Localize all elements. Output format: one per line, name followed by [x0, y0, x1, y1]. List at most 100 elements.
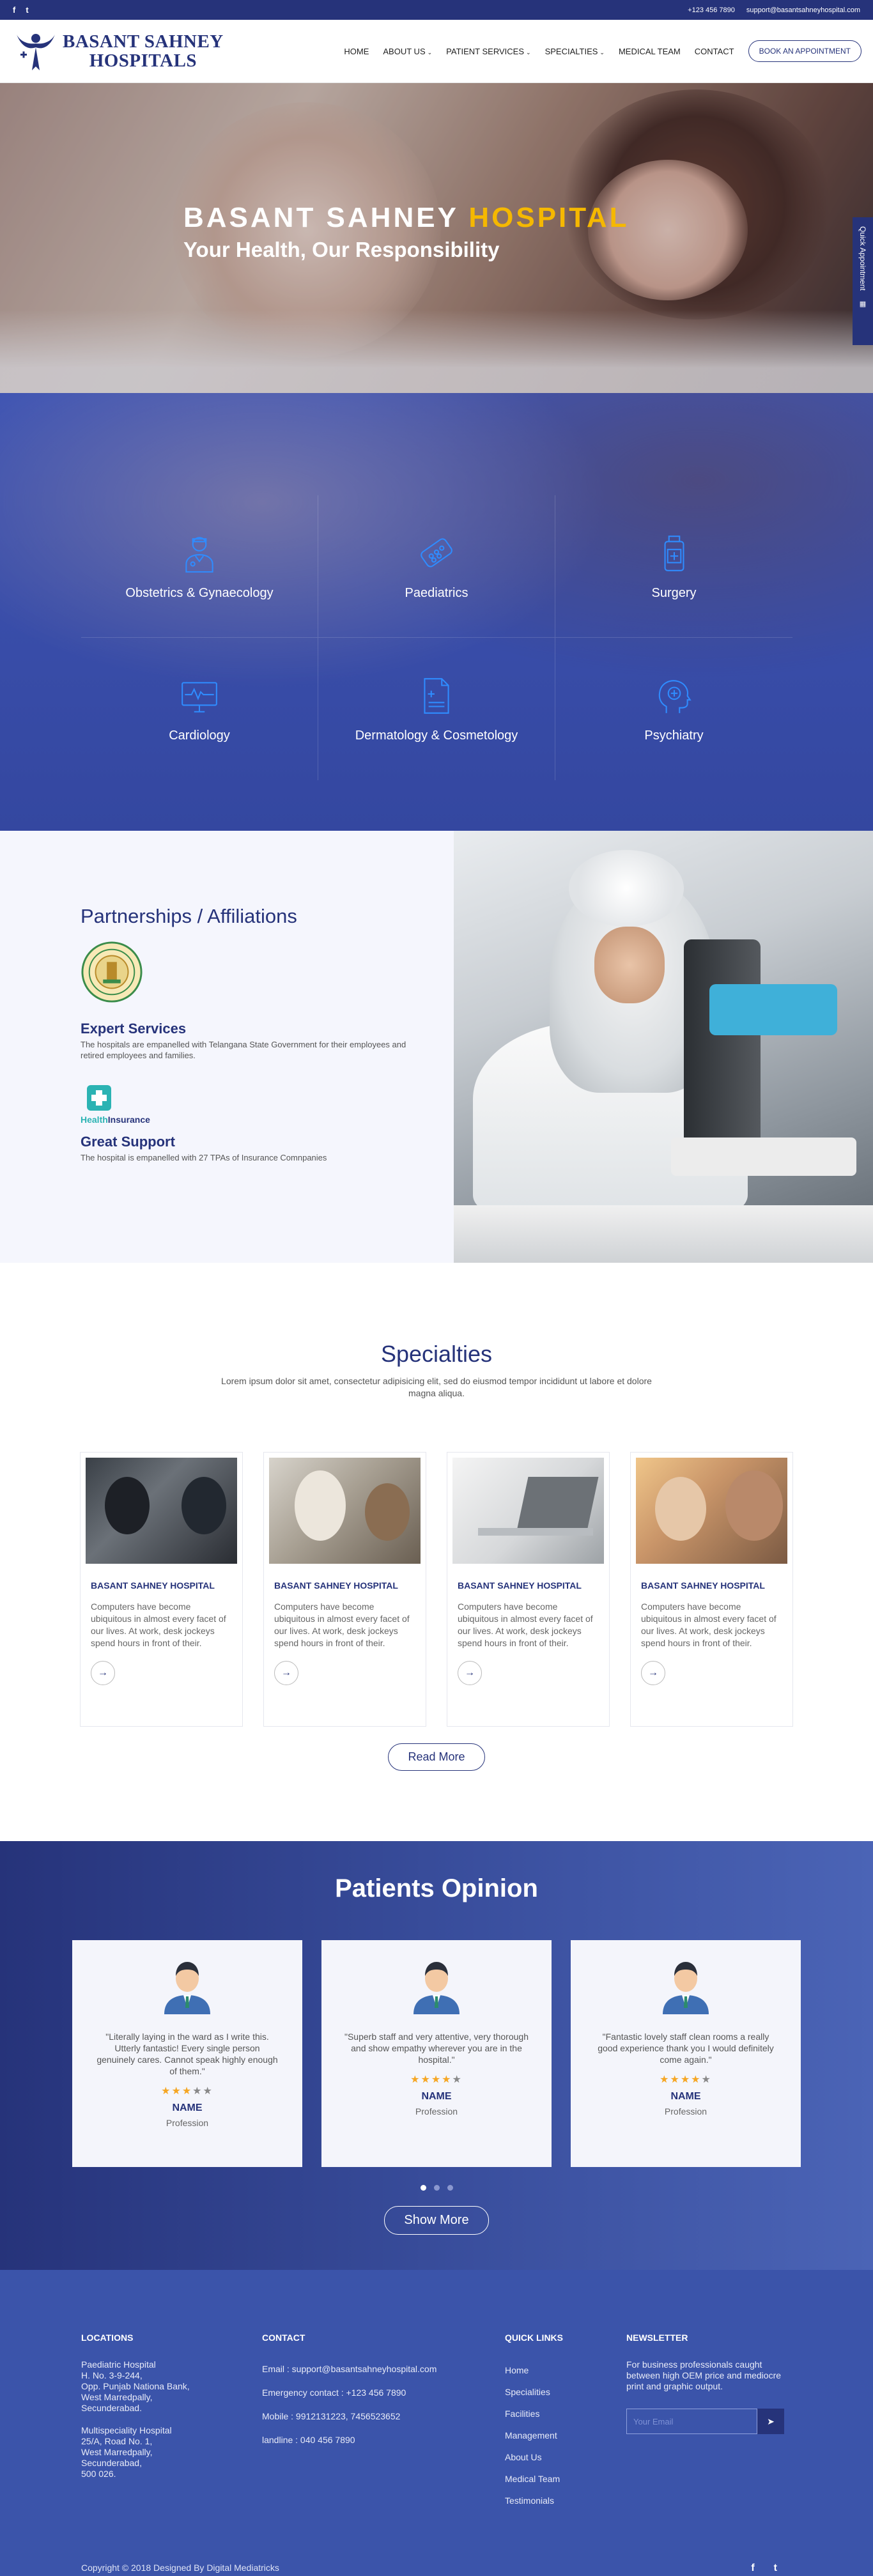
address-line: 500 026. [81, 2469, 116, 2479]
carousel-dot[interactable] [420, 2185, 426, 2191]
specialties-title: Specialties [380, 1341, 493, 1367]
nav-patient-label: PATIENT SERVICES [446, 46, 525, 56]
specialty-surgery[interactable]: Surgery [555, 495, 792, 638]
image-hair-net [569, 850, 684, 927]
carousel-dot[interactable] [433, 2185, 440, 2191]
card-text: Computers have become ubiquitous in almo… [91, 1601, 226, 1648]
footer-link-management[interactable]: Management [505, 2425, 626, 2446]
address-line: West Marredpally, [81, 2447, 153, 2457]
hero-subtitle: Your Health, Our Responsibility [183, 238, 500, 261]
hero-text: BASANT SAHNEY HOSPITAL Your Health, Our … [183, 202, 630, 262]
chevron-down-icon: ⌄ [599, 49, 605, 56]
footer-email[interactable]: Email : support@basantsahneyhospital.com [262, 2359, 505, 2379]
rating-stars: ★★★★★ [72, 2085, 302, 2097]
arrow-right-icon[interactable]: → [458, 1661, 482, 1685]
testimonial-quote: "Fantastic lovely staff clean rooms a re… [598, 2032, 774, 2065]
read-more-button[interactable]: Read More [388, 1743, 485, 1771]
image-person [655, 1477, 706, 1541]
specialty-cards: BASANT SAHNEY HOSPITAL Computers have be… [0, 1452, 873, 1727]
carousel-dot[interactable] [447, 2185, 453, 2191]
medical-report-icon [424, 678, 449, 714]
card-title: BASANT SAHNEY HOSPITAL [91, 1580, 215, 1591]
card-image-couple [636, 1458, 787, 1564]
brand-name: BASANT SAHNEY HOSPITALS [63, 32, 224, 70]
specialty-card[interactable]: BASANT SAHNEY HOSPITAL Computers have be… [80, 1452, 243, 1727]
main-nav: HOME ABOUT US ⌄ PATIENT SERVICES ⌄ SPECIAL… [344, 40, 861, 62]
nav-about-us[interactable]: ABOUT US ⌄ [383, 47, 432, 56]
footer-link-facilities[interactable]: Facilities [505, 2403, 626, 2425]
medicine-bottle-icon [664, 535, 684, 571]
nav-specialties[interactable]: SPECIALTIES ⌄ [545, 47, 605, 56]
newsletter-email-input[interactable] [626, 2409, 757, 2434]
specialty-card[interactable]: BASANT SAHNEY HOSPITAL Computers have be… [447, 1452, 610, 1727]
specialty-card[interactable]: BASANT SAHNEY HOSPITAL Computers have be… [630, 1452, 793, 1727]
image-face [594, 927, 665, 1003]
chevron-down-icon: ⌄ [526, 49, 531, 56]
address-line: 25/A, Road No. 1, [81, 2436, 153, 2446]
partnerships-content: Partnerships / Affiliations Expert Servi… [0, 831, 454, 1263]
nav-home[interactable]: HOME [344, 47, 369, 56]
brand-line-2: HOSPITALS [89, 50, 197, 71]
specialty-paediatrics[interactable]: Paediatrics [318, 495, 555, 638]
book-appointment-button[interactable]: BOOK AN APPOINTMENT [748, 40, 861, 62]
footer-link-team[interactable]: Medical Team [505, 2468, 626, 2490]
footer-link-testimonials[interactable]: Testimonials [505, 2490, 626, 2511]
card-title: BASANT SAHNEY HOSPITAL [274, 1580, 398, 1591]
testimonial-profession: Profession [166, 2118, 209, 2128]
arrow-right-icon[interactable]: → [91, 1661, 115, 1685]
footer-emergency[interactable]: Emergency contact : +123 456 7890 [262, 2383, 505, 2403]
footer-landline[interactable]: landline : 040 456 7890 [262, 2430, 505, 2450]
arrow-right-icon[interactable]: → [641, 1661, 665, 1685]
specialty-dermatology[interactable]: Dermatology & Cosmetology [318, 638, 555, 780]
footer-link-home[interactable]: Home [505, 2359, 626, 2381]
send-icon[interactable]: ➤ [757, 2409, 784, 2434]
arrow-right-icon[interactable]: → [274, 1661, 298, 1685]
nav-patient-services[interactable]: PATIENT SERVICES ⌄ [446, 47, 530, 56]
footer-mobile[interactable]: Mobile : 9912131223, 7456523652 [262, 2407, 505, 2426]
partnerships-title: Partnerships / Affiliations [81, 905, 297, 927]
specialty-grid-section: Obstetrics & Gynaecology Paediatrics Sur… [0, 393, 873, 831]
avatar-icon [663, 1962, 709, 2014]
partner-item1-title: Expert Services [81, 1021, 187, 1037]
image-microscope-arm [684, 939, 761, 1150]
specialty-psychiatry[interactable]: Psychiatry [555, 638, 792, 780]
footer-columns: LOCATIONS Paediatric Hospital H. No. 3-9… [0, 2333, 873, 2511]
facebook-icon[interactable]: f [751, 2563, 754, 2574]
specialty-obstetrics[interactable]: Obstetrics & Gynaecology [81, 495, 318, 638]
star-empty-icon: ★ [701, 2074, 712, 2085]
chevron-down-icon: ⌄ [427, 49, 433, 56]
top-email[interactable]: support@basantsahneyhospital.com [746, 6, 860, 14]
footer-quick-links: QUICK LINKS Home Specialities Facilities… [505, 2333, 626, 2511]
specialty-cardiology[interactable]: Cardiology [81, 638, 318, 780]
specialty-label: Psychiatry [644, 729, 704, 743]
nav-medical-team[interactable]: MEDICAL TEAM [619, 47, 681, 56]
testimonial-name: NAME [172, 2102, 203, 2113]
nav-home-label: HOME [344, 46, 369, 56]
top-phone[interactable]: +123 456 7890 [688, 6, 735, 14]
facebook-icon[interactable]: f [13, 5, 15, 15]
site-footer: LOCATIONS Paediatric Hospital H. No. 3-9… [0, 2270, 873, 2576]
twitter-icon[interactable]: t [774, 2563, 777, 2574]
head-cross-icon [658, 680, 691, 713]
show-more-button[interactable]: Show More [384, 2206, 489, 2235]
star-filled-icon: ★ [442, 2074, 452, 2085]
star-filled-icon: ★ [421, 2074, 431, 2085]
hero-title-accent: HOSPITAL [468, 202, 630, 233]
testimonial-profession: Profession [664, 2106, 707, 2117]
specialty-card[interactable]: BASANT SAHNEY HOSPITAL Computers have be… [263, 1452, 426, 1727]
twitter-icon[interactable]: t [26, 5, 28, 15]
star-filled-icon: ★ [660, 2074, 670, 2085]
testimonial-card: "Literally laying in the ward as I write… [72, 1940, 302, 2167]
footer-newsletter-title: NEWSLETTER [626, 2333, 688, 2343]
image-person [365, 1483, 410, 1541]
quick-appointment-tab[interactable]: Quick Appointment ▦ [853, 217, 873, 345]
star-empty-icon: ★ [192, 2086, 203, 2097]
footer-contact: CONTACT Email : support@basantsahneyhosp… [262, 2333, 505, 2511]
star-filled-icon: ★ [410, 2074, 421, 2085]
nav-contact[interactable]: CONTACT [695, 47, 734, 56]
nav-team-label: MEDICAL TEAM [618, 46, 681, 56]
star-empty-icon: ★ [203, 2086, 213, 2097]
footer-link-about[interactable]: About Us [505, 2446, 626, 2468]
footer-link-specialities[interactable]: Specialities [505, 2381, 626, 2403]
site-logo[interactable]: BASANT SAHNEY HOSPITALS [13, 28, 224, 74]
